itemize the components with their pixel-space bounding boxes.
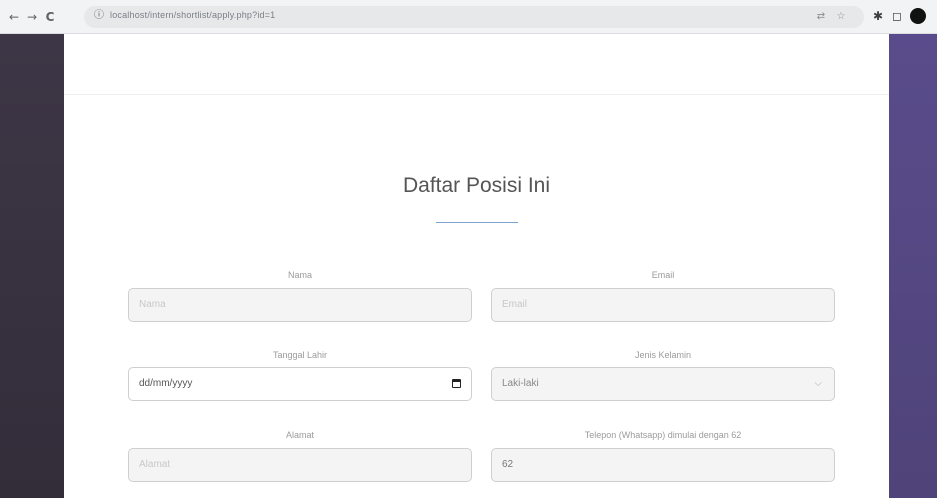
profile-avatar[interactable]: [910, 8, 926, 24]
site-info-icon[interactable]: ⓘ: [92, 9, 106, 23]
bookmark-star-icon[interactable]: ☆: [834, 10, 848, 24]
telepon-label: Telepon (Whatsapp) dimulai dengan 62: [584, 430, 742, 440]
side-panel-icon[interactable]: ◻: [889, 8, 905, 24]
jenis-kelamin-value: Laki-laki: [502, 378, 539, 389]
jenis-kelamin-select[interactable]: Laki-laki ⌵: [491, 367, 835, 401]
extensions-icon[interactable]: ✱: [870, 8, 886, 24]
email-label: Email: [651, 270, 675, 280]
translate-icon[interactable]: ⇄: [814, 10, 828, 24]
browser-toolbar: ← → C ⓘ localhost/intern/shortlist/apply…: [0, 0, 937, 34]
nama-input[interactable]: Nama: [128, 288, 472, 322]
jenis-kelamin-label: Jenis Kelamin: [634, 350, 692, 360]
page-header-area: [64, 34, 889, 95]
address-url[interactable]: localhost/intern/shortlist/apply.php?id=…: [110, 10, 275, 20]
right-background-panel: [889, 34, 937, 498]
chevron-down-icon: ⌵: [814, 378, 822, 389]
title-underline: [436, 222, 518, 223]
tanggal-lahir-value: dd/mm/yyyy: [139, 378, 193, 389]
back-arrow-icon[interactable]: ←: [6, 9, 22, 25]
nama-label: Nama: [287, 270, 312, 280]
reload-icon[interactable]: C: [42, 9, 58, 25]
page-viewport: Daftar Posisi Ini Nama Nama Email Email …: [0, 34, 937, 498]
tanggal-lahir-label: Tanggal Lahir: [272, 350, 328, 360]
alamat-label: Alamat: [285, 430, 314, 440]
page-title: Daftar Posisi Ini: [402, 174, 551, 197]
email-input[interactable]: Email: [491, 288, 835, 322]
address-bar[interactable]: ⓘ localhost/intern/shortlist/apply.php?i…: [84, 6, 864, 28]
forward-arrow-icon[interactable]: →: [24, 9, 40, 25]
alamat-input[interactable]: Alamat: [128, 448, 472, 482]
left-background-panel: [0, 34, 64, 498]
form-card: Daftar Posisi Ini Nama Nama Email Email …: [64, 34, 889, 498]
calendar-icon[interactable]: [452, 379, 461, 388]
telepon-input[interactable]: 62: [491, 448, 835, 482]
tanggal-lahir-input[interactable]: dd/mm/yyyy: [128, 367, 472, 401]
